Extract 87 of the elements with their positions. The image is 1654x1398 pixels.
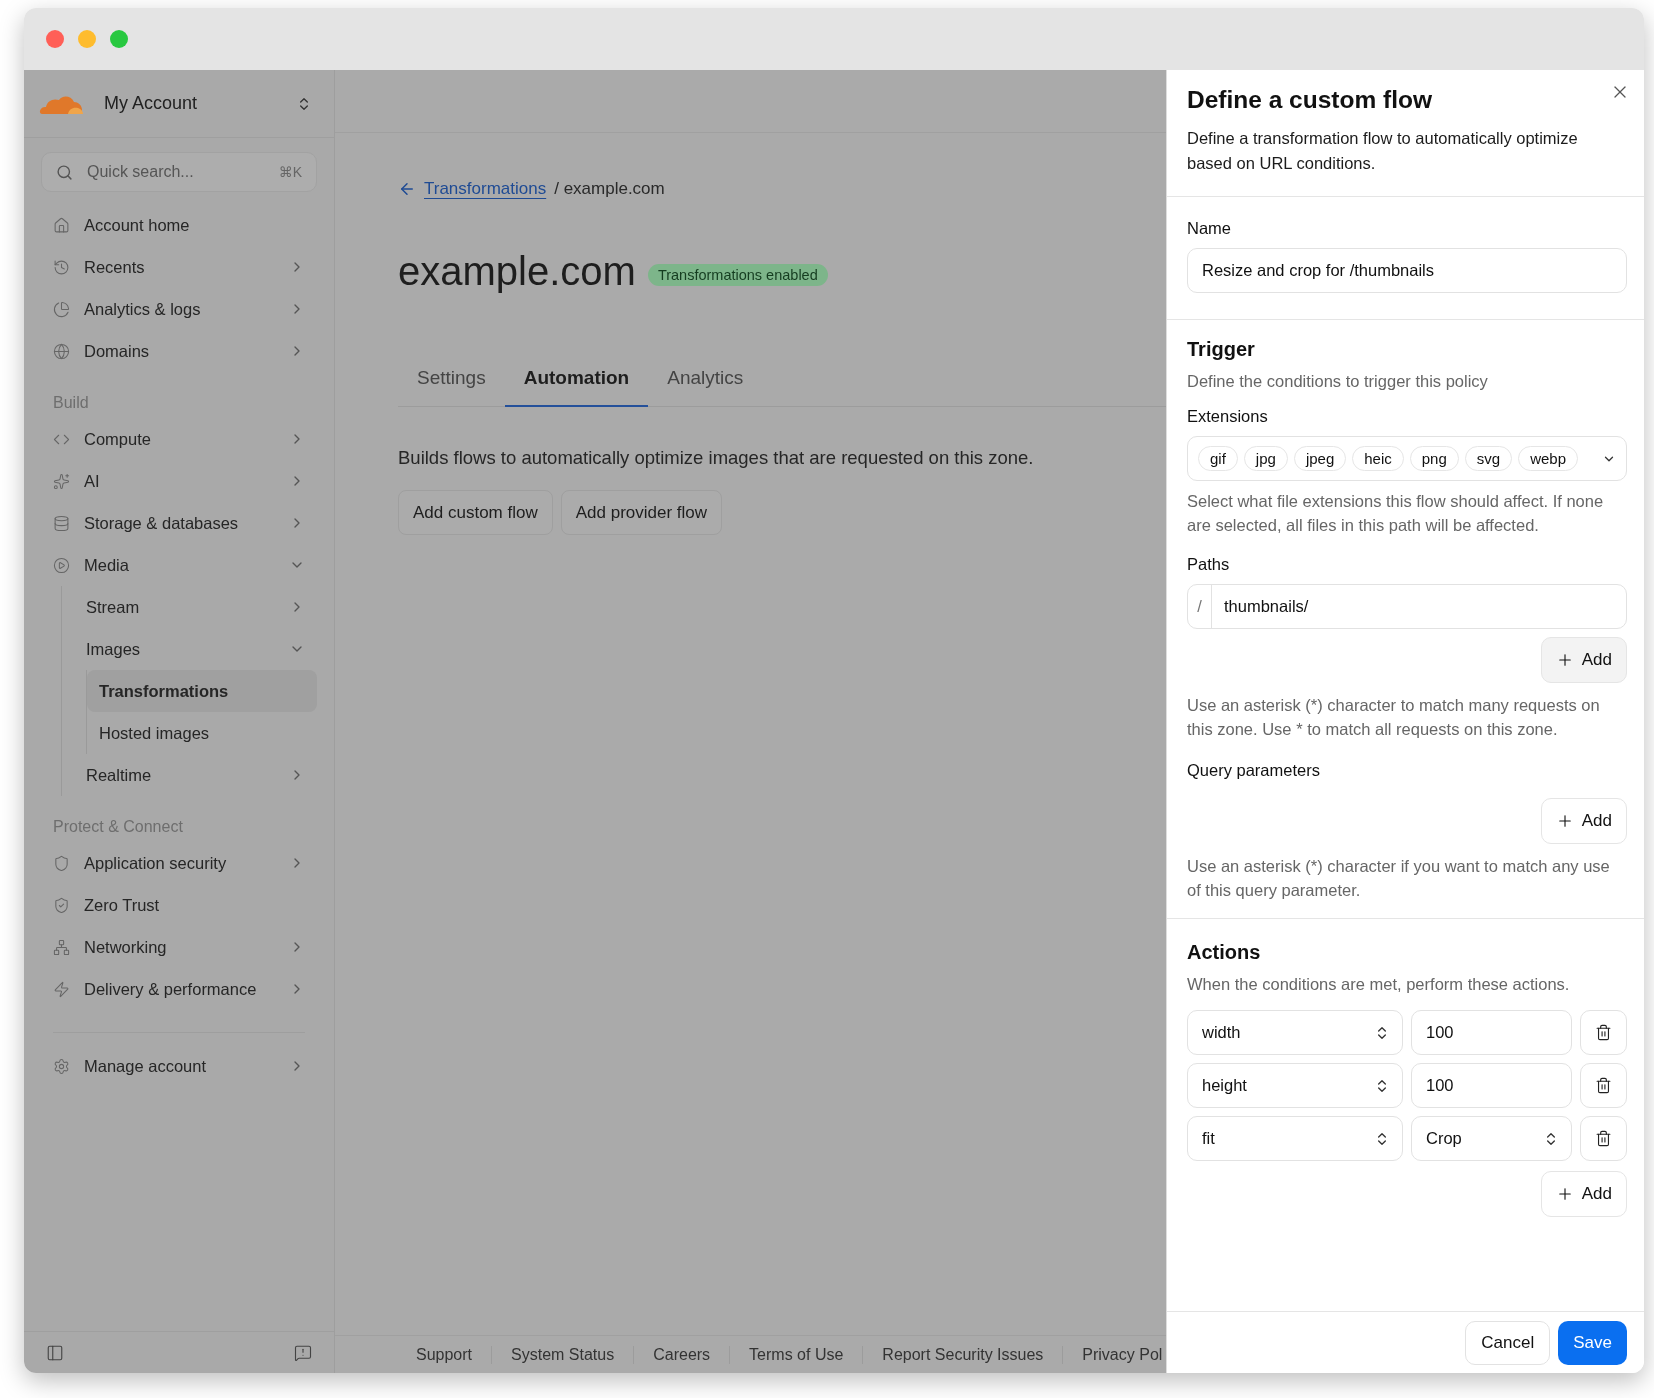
extensions-select[interactable]: gif jpg jpeg heic png svg webp (1187, 436, 1627, 481)
value-input[interactable]: 100 (1411, 1063, 1572, 1108)
page-title: example.com (398, 249, 636, 294)
sidebar-item[interactable]: Realtime (74, 754, 317, 796)
delete-button[interactable] (1580, 1116, 1627, 1161)
close-window-button[interactable] (46, 30, 64, 48)
sidebar-item[interactable]: Recents (41, 246, 317, 288)
description-text: Builds flows to automatically optimize images that are requested on this zone. (398, 447, 1034, 469)
path-input[interactable]: / thumbnails/ (1187, 584, 1627, 629)
panel-title: Define a custom flow (1187, 86, 1433, 114)
section-heading: Protect & Connect (52, 817, 184, 837)
action-select[interactable]: fit (1187, 1116, 1403, 1161)
tab[interactable]: Analytics (648, 367, 763, 407)
delete-button[interactable] (1580, 1010, 1627, 1055)
sidebar-item[interactable]: Application security (41, 842, 317, 884)
sidebar-item[interactable]: Analytics & logs (41, 288, 317, 330)
action-select[interactable]: height (1187, 1063, 1403, 1108)
section-title: Trigger (1187, 338, 1256, 361)
sidebar-toggle-icon[interactable] (46, 1343, 64, 1362)
field-label: Paths (1187, 555, 1231, 574)
field-label: Query parameters (1187, 761, 1321, 780)
footer-link[interactable]: Terms of Use (729, 1345, 863, 1364)
trash-icon (1595, 1024, 1612, 1041)
value-input[interactable]: 100 (1411, 1010, 1572, 1055)
nav-icon (53, 514, 70, 532)
sidebar-item[interactable]: Hosted images (87, 712, 317, 754)
nav-icon (53, 300, 70, 318)
sidebar-item[interactable]: Account home (41, 204, 317, 246)
help-text: Use an asterisk (*) character to match many requests on this zone. Use * to match all requests on this zone. (1187, 695, 1601, 740)
nav-icon (53, 342, 70, 360)
help-text: Select what file extensions this flow should affect. If none are selected, all files in this path will be affected. (1187, 491, 1605, 536)
nav-icon (53, 472, 70, 490)
section-heading: Build (52, 393, 90, 413)
delete-button[interactable] (1580, 1063, 1627, 1108)
section-description: Define the conditions to trigger this policy (1187, 371, 1489, 392)
panel-description: Define a transformation flow to automatically optimize based on URL conditions. (1187, 128, 1579, 174)
shortcut-hint: ⌘K (278, 164, 302, 180)
sidebar-item[interactable]: Zero Trust (41, 884, 317, 926)
sidebar-item[interactable]: Transformations (87, 670, 317, 712)
nav-icon (53, 854, 70, 872)
save-button[interactable]: Save (1558, 1320, 1627, 1365)
search-field[interactable]: Quick search... ⌘K (41, 152, 317, 192)
trash-icon (1595, 1077, 1612, 1094)
cancel-button[interactable]: Cancel (1465, 1320, 1551, 1365)
add-button[interactable]: Add (1540, 798, 1627, 844)
feedback-icon[interactable] (294, 1343, 312, 1362)
search-icon (56, 163, 73, 181)
sidebar-item[interactable]: Stream (74, 586, 317, 628)
nav-icon (53, 896, 70, 914)
nav-icon (53, 556, 70, 574)
value-select[interactable]: Crop (1411, 1116, 1572, 1161)
sidebar-item[interactable]: Networking (41, 926, 317, 968)
sidebar-item[interactable]: Storage & databases (41, 502, 317, 544)
sidebar-item[interactable]: Images (74, 628, 317, 670)
tab[interactable]: Settings (398, 367, 505, 407)
add-button[interactable]: Add (1540, 637, 1627, 683)
footer-link[interactable]: Support (397, 1345, 492, 1364)
breadcrumb-link[interactable]: Transformations (424, 179, 547, 199)
tab[interactable]: Automation (504, 367, 649, 407)
nav-icon (53, 1057, 70, 1075)
footer-link[interactable]: Report Security Issues (862, 1345, 1063, 1364)
add-flow-button[interactable]: Add custom flow (398, 490, 553, 535)
status-badge: Transformations enabled (647, 263, 828, 286)
sidebar-item[interactable]: AI (41, 460, 317, 502)
nav-icon (53, 258, 70, 276)
trash-icon (1595, 1130, 1612, 1147)
help-text: Use an asterisk (*) character if you want to match any use of this query parameter. (1187, 856, 1611, 901)
field-label: Extensions (1187, 407, 1269, 426)
sidebar-item[interactable]: Media (41, 544, 317, 586)
sidebar-item[interactable]: Domains (41, 330, 317, 372)
section-title: Actions (1187, 941, 1262, 964)
section-description: When the conditions are met, perform these actions. (1187, 974, 1571, 995)
account-switcher[interactable]: My Account (24, 70, 334, 138)
sidebar-item[interactable]: Manage account (41, 1045, 317, 1087)
action-select[interactable]: width (1187, 1010, 1403, 1055)
name-input[interactable]: Resize and crop for /thumbnails (1187, 248, 1627, 293)
footer-link[interactable]: System Status (491, 1345, 634, 1364)
add-flow-button[interactable]: Add provider flow (560, 490, 723, 535)
footer-link[interactable]: Careers (633, 1345, 730, 1364)
nav-icon (53, 216, 70, 234)
nav-icon (53, 938, 70, 956)
breadcrumb-current: / example.com (554, 179, 665, 199)
sidebar-item[interactable]: Compute (41, 418, 317, 460)
nav-icon (53, 980, 70, 998)
add-button[interactable]: Add (1540, 1171, 1627, 1217)
sidebar-item[interactable]: Delivery & performance (41, 968, 317, 1010)
field-label: Name (1187, 219, 1232, 238)
